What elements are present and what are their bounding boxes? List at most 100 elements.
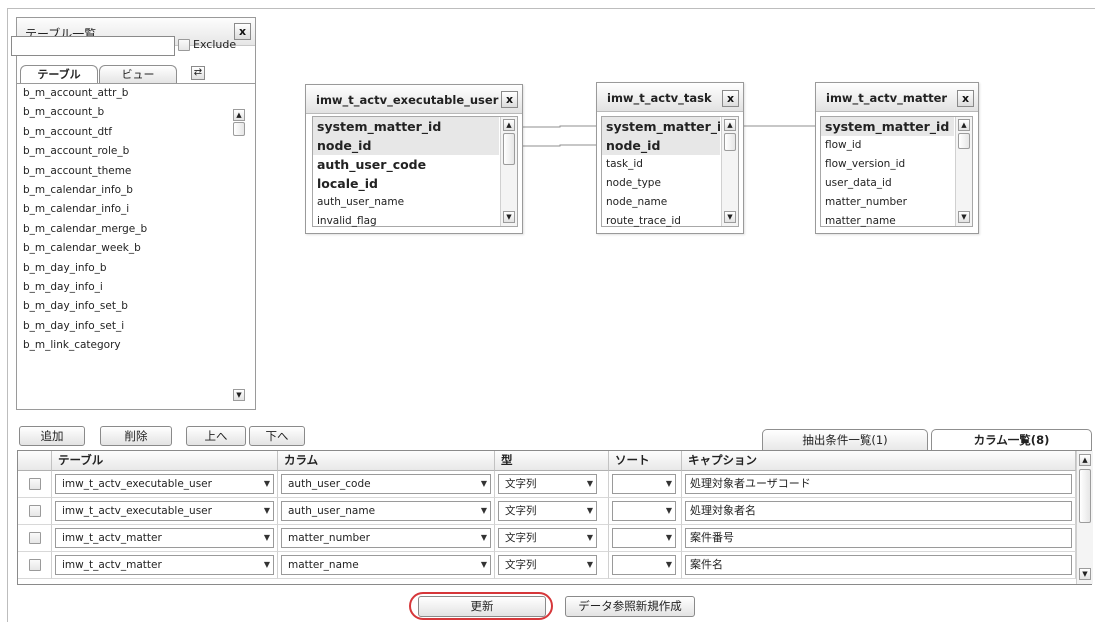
- sort-select[interactable]: ▼: [612, 474, 676, 494]
- chevron-down-icon[interactable]: ▼: [666, 556, 672, 574]
- table-select[interactable]: imw_t_actv_executable_user ▼: [55, 474, 274, 494]
- sort-select[interactable]: ▼: [612, 555, 676, 575]
- entity-column[interactable]: task_id: [602, 155, 738, 174]
- chevron-down-icon[interactable]: ▼: [666, 475, 672, 493]
- chevron-down-icon[interactable]: ▼: [587, 556, 593, 574]
- delete-button[interactable]: 削除: [100, 426, 172, 446]
- chevron-down-icon[interactable]: ▼: [481, 529, 487, 547]
- row-checkbox[interactable]: [29, 478, 41, 490]
- chevron-down-icon[interactable]: ▼: [264, 529, 270, 547]
- chevron-down-icon[interactable]: ▼: [587, 475, 593, 493]
- entity-column[interactable]: user_data_id: [821, 174, 972, 193]
- scroll-thumb[interactable]: [958, 133, 970, 149]
- entity-scrollbar[interactable]: ▲ ▼: [500, 117, 517, 226]
- entity-executable-user[interactable]: imw_t_actv_executable_user x system_matt…: [305, 84, 523, 234]
- entity-scrollbar[interactable]: ▲ ▼: [721, 117, 738, 226]
- entity-matter[interactable]: imw_t_actv_matter x system_matter_id flo…: [815, 82, 979, 234]
- row-checkbox[interactable]: [29, 559, 41, 571]
- column-select[interactable]: auth_user_name ▼: [281, 501, 491, 521]
- caption-input[interactable]: 案件名: [685, 555, 1072, 575]
- scroll-down-icon[interactable]: ▼: [958, 211, 970, 223]
- sort-select[interactable]: ▼: [612, 501, 676, 521]
- scroll-down-icon[interactable]: ▼: [1079, 568, 1091, 580]
- entity-column[interactable]: system_matter_id: [821, 117, 954, 136]
- scroll-up-icon[interactable]: ▲: [503, 119, 515, 131]
- grid-header-column[interactable]: カラム: [278, 451, 495, 471]
- entity-scrollbar[interactable]: ▲ ▼: [955, 117, 972, 226]
- scroll-thumb[interactable]: [724, 133, 736, 151]
- entity-header[interactable]: imw_t_actv_executable_user x: [306, 85, 522, 114]
- entity-column[interactable]: system_matter_id: [602, 117, 720, 136]
- entity-header[interactable]: imw_t_actv_matter x: [816, 83, 978, 112]
- new-data-reference-button[interactable]: データ参照新規作成: [565, 596, 695, 617]
- update-button[interactable]: 更新: [418, 596, 546, 617]
- grid-header-select: [18, 451, 52, 471]
- close-icon[interactable]: x: [957, 90, 974, 107]
- column-select[interactable]: auth_user_code ▼: [281, 474, 491, 494]
- chevron-down-icon[interactable]: ▼: [481, 475, 487, 493]
- entity-column[interactable]: flow_version_id: [821, 155, 972, 174]
- entity-column[interactable]: matter_number: [821, 193, 972, 212]
- entity-column[interactable]: node_type: [602, 174, 738, 193]
- chevron-down-icon[interactable]: ▼: [264, 475, 270, 493]
- type-select[interactable]: 文字列 ▼: [498, 555, 597, 575]
- entity-column[interactable]: auth_user_code: [313, 155, 517, 174]
- caption-input[interactable]: 案件番号: [685, 528, 1072, 548]
- tab-extraction-conditions[interactable]: 抽出条件一覧(1): [762, 429, 928, 450]
- chevron-down-icon[interactable]: ▼: [264, 502, 270, 520]
- entity-column[interactable]: auth_user_name: [313, 193, 517, 212]
- entity-column[interactable]: matter_name: [821, 212, 972, 231]
- entity-column[interactable]: invalid_flag: [313, 212, 517, 231]
- table-select[interactable]: imw_t_actv_matter ▼: [55, 528, 274, 548]
- chevron-down-icon[interactable]: ▼: [587, 529, 593, 547]
- scroll-thumb[interactable]: [503, 133, 515, 165]
- scroll-up-icon[interactable]: ▲: [958, 119, 970, 131]
- entity-column[interactable]: node_id: [313, 136, 499, 155]
- entity-column[interactable]: node_id: [602, 136, 720, 155]
- type-select[interactable]: 文字列 ▼: [498, 501, 597, 521]
- chevron-down-icon[interactable]: ▼: [666, 502, 672, 520]
- column-select[interactable]: matter_number ▼: [281, 528, 491, 548]
- chevron-down-icon[interactable]: ▼: [587, 502, 593, 520]
- entity-header[interactable]: imw_t_actv_task x: [597, 83, 743, 112]
- grid-header-table[interactable]: テーブル: [52, 451, 278, 471]
- row-checkbox[interactable]: [29, 505, 41, 517]
- type-select[interactable]: 文字列 ▼: [498, 528, 597, 548]
- sort-select[interactable]: ▼: [612, 528, 676, 548]
- caption-input[interactable]: 処理対象者名: [685, 501, 1072, 521]
- add-button[interactable]: 追加: [19, 426, 85, 446]
- scroll-down-icon[interactable]: ▼: [503, 211, 515, 223]
- scroll-up-icon[interactable]: ▲: [1079, 454, 1091, 466]
- grid-header-type[interactable]: 型: [495, 451, 609, 471]
- row-checkbox[interactable]: [29, 532, 41, 544]
- type-select[interactable]: 文字列 ▼: [498, 474, 597, 494]
- grid-scrollbar[interactable]: ▲ ▼: [1076, 451, 1093, 584]
- table-select[interactable]: imw_t_actv_matter ▼: [55, 555, 274, 575]
- close-icon[interactable]: x: [501, 91, 518, 108]
- grid-header-caption[interactable]: キャプション: [682, 451, 1076, 471]
- grid-header-sort[interactable]: ソート: [609, 451, 682, 471]
- column-select[interactable]: matter_name ▼: [281, 555, 491, 575]
- entity-column[interactable]: flow_id: [821, 136, 972, 155]
- entity-column[interactable]: node_name: [602, 193, 738, 212]
- table-select-value: imw_t_actv_executable_user: [62, 505, 212, 517]
- scroll-down-icon[interactable]: ▼: [724, 211, 736, 223]
- entity-column[interactable]: system_matter_id: [313, 117, 499, 136]
- caption-input[interactable]: 処理対象者ユーザコード: [685, 474, 1072, 494]
- entity-task[interactable]: imw_t_actv_task x system_matter_id node_…: [596, 82, 744, 234]
- chevron-down-icon[interactable]: ▼: [666, 529, 672, 547]
- move-down-button[interactable]: 下へ: [249, 426, 305, 446]
- move-up-button[interactable]: 上へ: [186, 426, 246, 446]
- table-select-value: imw_t_actv_matter: [62, 532, 162, 544]
- table-select-value: imw_t_actv_matter: [62, 559, 162, 571]
- entity-column[interactable]: locale_id: [313, 174, 517, 193]
- scroll-thumb[interactable]: [1079, 469, 1091, 523]
- tab-column-list[interactable]: カラム一覧(8): [931, 429, 1092, 450]
- table-select[interactable]: imw_t_actv_executable_user ▼: [55, 501, 274, 521]
- entity-column[interactable]: route_trace_id: [602, 212, 738, 231]
- scroll-up-icon[interactable]: ▲: [724, 119, 736, 131]
- chevron-down-icon[interactable]: ▼: [481, 556, 487, 574]
- close-icon[interactable]: x: [722, 90, 739, 107]
- chevron-down-icon[interactable]: ▼: [481, 502, 487, 520]
- chevron-down-icon[interactable]: ▼: [264, 556, 270, 574]
